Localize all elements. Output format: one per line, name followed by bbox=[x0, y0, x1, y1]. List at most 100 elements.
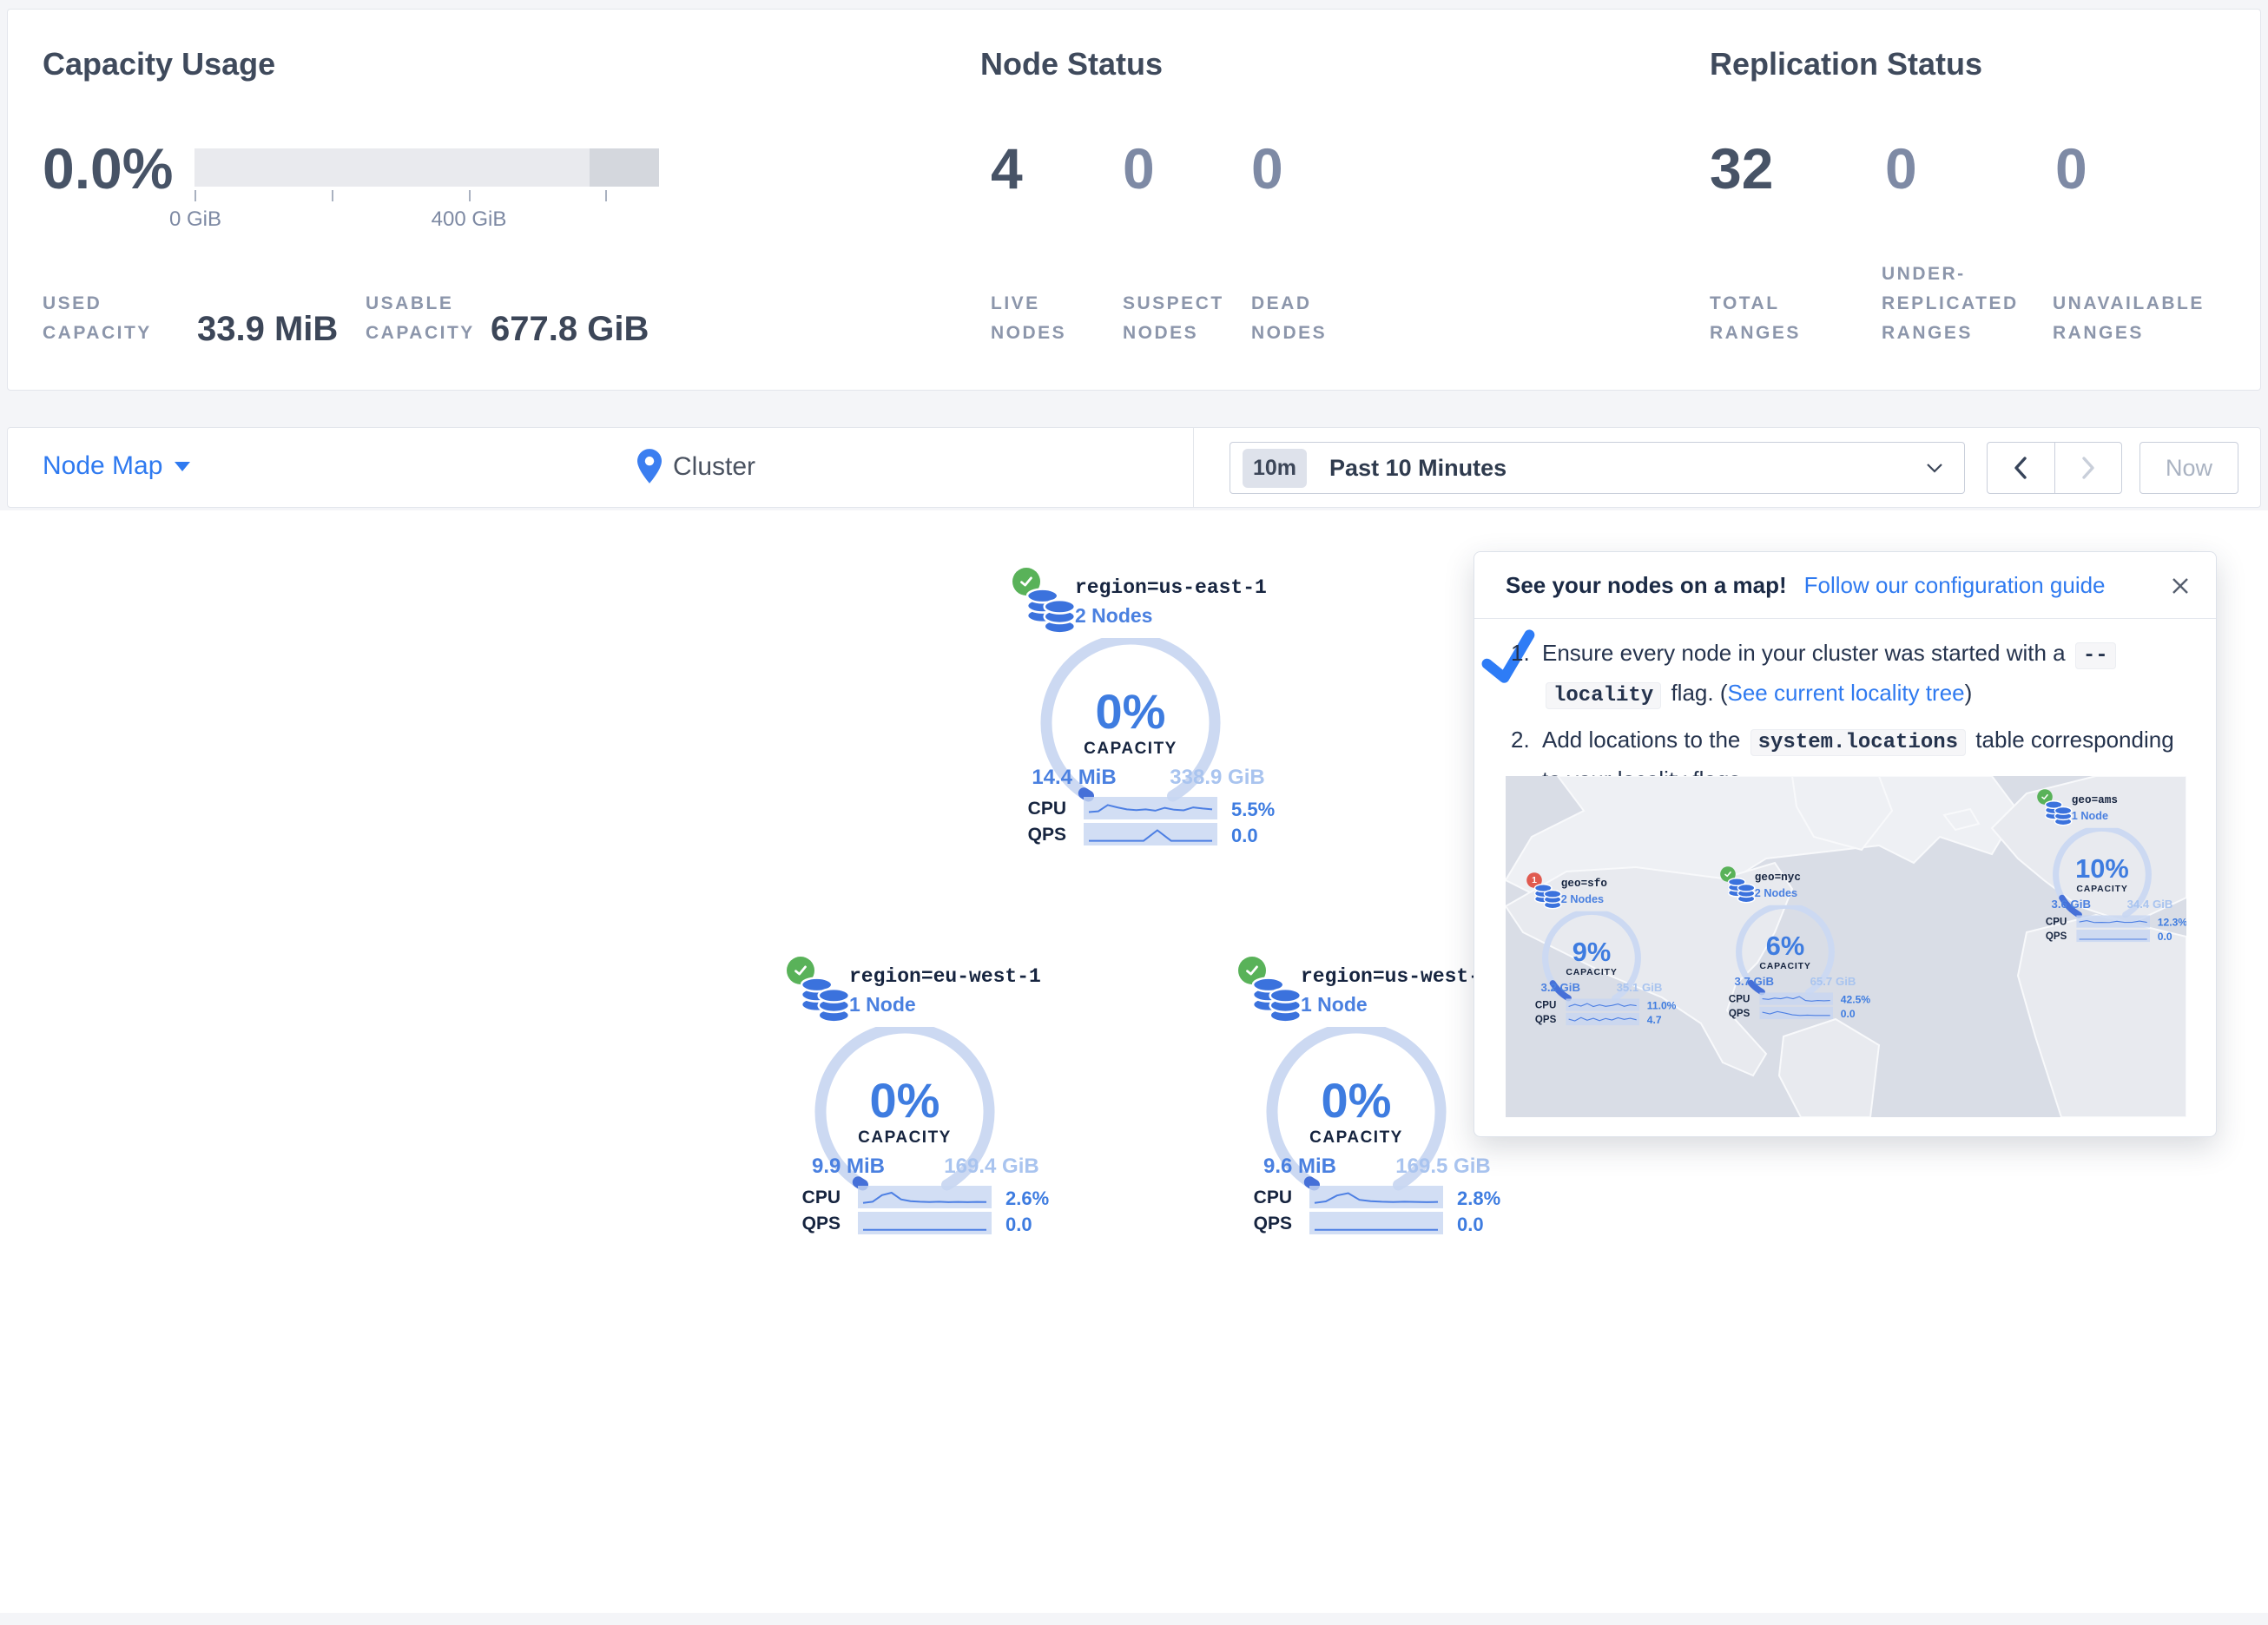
cpu-label: CPU bbox=[1525, 1000, 1556, 1011]
under-replicated-ranges-label: RANGES bbox=[1882, 319, 1973, 348]
dead-nodes-label: DEAD bbox=[1251, 289, 1312, 319]
toolbar-divider bbox=[1193, 428, 1194, 507]
capacity-tick-label-0: 0 GiB bbox=[161, 207, 230, 232]
cpu-label: CPU bbox=[1718, 994, 1750, 1005]
cpu-metric-row: CPU2.8% bbox=[1235, 1186, 1521, 1210]
cpu-value: 42.5% bbox=[1841, 994, 1870, 1006]
qps-value: 0.0 bbox=[1457, 1214, 1484, 1236]
gauge-percent: 9% bbox=[1544, 936, 1639, 967]
time-range-label: Past 10 Minutes bbox=[1329, 455, 1507, 482]
qps-sparkline bbox=[858, 1212, 992, 1234]
used-value: 9.6 MiB bbox=[1235, 1155, 1365, 1179]
capacity-tick bbox=[605, 190, 607, 201]
locality-label: geo=sfo bbox=[1561, 878, 1607, 890]
gauge-capacity-label: CAPACITY bbox=[1544, 967, 1639, 977]
view-selector-label[interactable]: Node Map bbox=[43, 451, 162, 481]
database-nodes-icon bbox=[2045, 799, 2073, 826]
gauge-capacity-label: CAPACITY bbox=[1737, 961, 1833, 971]
qps-sparkline bbox=[2076, 930, 2150, 942]
cpu-sparkline bbox=[1566, 998, 1639, 1010]
configuration-guide-link[interactable]: Follow our configuration guide bbox=[1804, 572, 2106, 599]
minimap-group-geo-sfo: 1geo=sfo2 Nodes9%CAPACITY3.2 GiB35.1 GiB… bbox=[1525, 871, 1683, 1029]
capacity-bar-reserved-segment bbox=[590, 148, 659, 187]
breadcrumb[interactable]: Cluster bbox=[673, 452, 755, 482]
sparkline-chart bbox=[1759, 1007, 1833, 1019]
cpu-sparkline bbox=[1084, 797, 1217, 819]
qps-value: 0.0 bbox=[2158, 931, 2172, 943]
locality-label: region=eu-west-1 bbox=[849, 965, 1041, 988]
qps-label: QPS bbox=[1009, 825, 1066, 845]
total-value: 169.5 GiB bbox=[1374, 1155, 1513, 1179]
locality-tree-link[interactable]: See current locality tree bbox=[1727, 680, 1964, 706]
total-ranges-label: TOTAL bbox=[1710, 289, 1780, 319]
time-range-badge: 10m bbox=[1243, 449, 1307, 488]
dead-nodes-value: 0 bbox=[1251, 140, 1283, 197]
minimap-group-geo-nyc: geo=nyc2 Nodes6%CAPACITY3.7 GiB65.7 GiBC… bbox=[1718, 865, 1876, 1023]
cpu-sparkline bbox=[1309, 1186, 1443, 1208]
sparkline-chart bbox=[2076, 915, 2150, 927]
system-locations-code: system.locations bbox=[1750, 729, 1966, 756]
database-nodes-icon bbox=[801, 976, 851, 1024]
database-nodes-icon bbox=[1252, 976, 1302, 1024]
sparkline-chart bbox=[1309, 1186, 1443, 1208]
qps-metric-row: QPS0.0 bbox=[1009, 823, 1296, 847]
usable-capacity-label-line1: USABLE bbox=[366, 289, 453, 319]
sparkline-chart bbox=[1084, 823, 1217, 845]
chevron-down-icon bbox=[1926, 463, 1943, 473]
qps-label: QPS bbox=[2035, 931, 2067, 942]
sparkline-chart bbox=[1566, 1013, 1639, 1025]
time-nav-group bbox=[1987, 442, 2122, 494]
qps-value: 0.0 bbox=[1841, 1008, 1856, 1020]
database-nodes-icon bbox=[1026, 587, 1077, 635]
nodes-count-link[interactable]: 2 Nodes bbox=[1075, 604, 1152, 628]
step-text: Ensure every node in your cluster was st… bbox=[1542, 640, 2066, 666]
used-value: 9.9 MiB bbox=[783, 1155, 913, 1179]
nodes-count-link[interactable]: 1 Node bbox=[1301, 993, 1368, 1016]
time-next-button[interactable] bbox=[2055, 443, 2122, 493]
nodes-count-link[interactable]: 1 Node bbox=[849, 993, 916, 1016]
total-value: 169.4 GiB bbox=[922, 1155, 1061, 1179]
cpu-value: 2.8% bbox=[1457, 1188, 1500, 1210]
time-prev-button[interactable] bbox=[1988, 443, 2055, 493]
sparkline-chart bbox=[1309, 1212, 1443, 1234]
total-value: 34.4 GiB bbox=[2112, 898, 2186, 911]
example-world-map: 1geo=sfo2 Nodes9%CAPACITY3.2 GiB35.1 GiB… bbox=[1506, 776, 2186, 1117]
qps-value: 4.7 bbox=[1647, 1014, 1662, 1026]
cpu-sparkline bbox=[1759, 992, 1833, 1004]
cpu-label: CPU bbox=[783, 1188, 841, 1208]
nodes-count-link[interactable]: 1 Node bbox=[2072, 809, 2108, 822]
total-value: 338.9 GiB bbox=[1148, 766, 1287, 790]
step-number: 1. bbox=[1511, 635, 1530, 671]
cpu-label: CPU bbox=[1009, 799, 1066, 819]
sparkline-chart bbox=[858, 1186, 992, 1208]
qps-sparkline bbox=[1084, 823, 1217, 845]
node-map-canvas: region=us-east-12 Nodes0%CAPACITY14.4 Mi… bbox=[0, 510, 2268, 1613]
sparkline-chart bbox=[858, 1212, 992, 1234]
replication-status-title: Replication Status bbox=[1710, 46, 1982, 82]
qps-label: QPS bbox=[1525, 1014, 1556, 1025]
step-text: Add locations to the bbox=[1542, 727, 1740, 753]
chevron-left-icon bbox=[2014, 457, 2027, 479]
node-map-page: Capacity Usage 0.0% 0 GiB 400 GiB USED C… bbox=[0, 0, 2268, 1625]
nodes-count-link[interactable]: 2 Nodes bbox=[1755, 886, 1797, 899]
gauge-capacity-label: CAPACITY bbox=[818, 1128, 992, 1148]
step-number: 2. bbox=[1511, 721, 1530, 758]
time-range-dropdown[interactable]: 10m Past 10 Minutes bbox=[1230, 442, 1965, 494]
sparkline-chart bbox=[2076, 930, 2150, 942]
close-icon[interactable] bbox=[2167, 573, 2193, 599]
used-capacity-value: 33.9 MiB bbox=[197, 310, 338, 349]
now-button[interactable]: Now bbox=[2139, 442, 2238, 494]
nodes-on-map-popup: See your nodes on a map! Follow our conf… bbox=[1474, 551, 2217, 1137]
region-group-us-east-1: region=us-east-12 Nodes0%CAPACITY14.4 Mi… bbox=[1009, 564, 1296, 851]
used-value: 3.6 GiB bbox=[2035, 898, 2107, 911]
view-selector[interactable]: Node Map bbox=[43, 451, 190, 481]
live-nodes-value: 4 bbox=[991, 140, 1023, 197]
suspect-nodes-label: NODES bbox=[1123, 319, 1198, 348]
locality-label: region=us-east-1 bbox=[1075, 576, 1267, 599]
qps-label: QPS bbox=[1718, 1008, 1750, 1019]
nodes-count-link[interactable]: 2 Nodes bbox=[1561, 892, 1604, 905]
step-text: flag. ( bbox=[1671, 680, 1727, 706]
qps-label: QPS bbox=[1235, 1214, 1292, 1234]
popup-title: See your nodes on a map! bbox=[1506, 572, 1787, 599]
qps-metric-row: QPS0.0 bbox=[783, 1212, 1070, 1236]
